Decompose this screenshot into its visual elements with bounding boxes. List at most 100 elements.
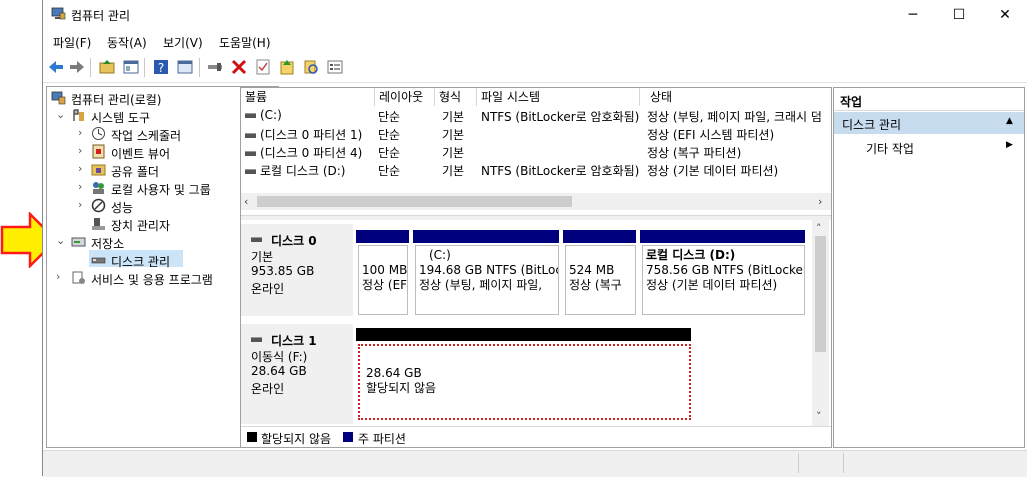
expand-chevron-icon[interactable]: › [78,144,82,157]
volume-cell: 로컬 디스크 (D:) [245,162,345,179]
table-row[interactable]: (C:) 단순 기본 NTFS (BitLocker로 암호화됨) 정상 (부팅… [241,107,831,125]
status-divider [843,453,844,473]
help-icon[interactable]: ? [152,58,170,76]
tree-disk-management[interactable]: 디스크 관리 [111,253,170,270]
partition-size: 100 MB [362,263,408,277]
show-hide-tree-icon[interactable] [122,58,140,76]
tree-device-manager[interactable]: 장치 관리자 [111,217,170,234]
unallocated-label: 할당되지 않음 [366,381,437,395]
vertical-scrollbar[interactable]: ˄ ˅ [812,220,829,426]
check-icon[interactable] [254,58,272,76]
partition-status: 정상 (EFI [362,278,408,292]
actions-more[interactable]: 기타 작업 ▶ [834,136,1024,158]
toolbar: ? [43,53,1027,83]
actions-pane: 작업 디스크 관리 ▲ 기타 작업 ▶ [833,87,1025,448]
type-cell: 기본 [442,110,465,124]
delete-icon[interactable] [230,58,248,76]
expand-chevron-icon[interactable]: › [78,126,82,139]
partition-size: 524 MB [569,263,615,277]
disk1-size: 28.64 GB [251,364,307,378]
menu-file[interactable]: 파일(F) [53,34,91,51]
column-status[interactable]: 상태 [640,88,831,106]
partition-d[interactable]: 로컬 디스크 (D:) 758.56 GB NTFS (BitLocker로 정… [642,245,805,315]
tree-root[interactable]: 컴퓨터 관리(로컬) [71,91,161,108]
layout-cell: 단순 [378,164,401,178]
up-folder-icon[interactable] [98,58,116,76]
minimize-button[interactable]: ─ [890,0,936,30]
computer-management-icon [51,91,66,105]
disk0-info[interactable]: 디스크 0 기본 953.85 GB 온라인 [241,224,353,316]
partition-efi[interactable]: 100 MB 정상 (EFI [358,245,408,315]
menu-help[interactable]: 도움말(H) [219,34,271,51]
menu-action[interactable]: 동작(A) [107,34,147,51]
expand-chevron-icon[interactable]: › [78,198,82,211]
system-tools-icon [73,109,84,121]
column-layout[interactable]: 레이아웃 [375,88,435,106]
disk1-type: 이동식 (F:) [251,350,308,364]
tree-event-viewer[interactable]: 이벤트 뷰어 [111,145,170,162]
table-row[interactable]: (디스크 0 파티션 4) 단순 기본 정상 (복구 파티션) [241,143,831,161]
event-viewer-icon [92,144,105,159]
partition-label [362,248,404,263]
expand-chevron-icon[interactable]: › [56,270,60,283]
menu-view[interactable]: 보기(V) [163,34,203,51]
tree-services[interactable]: 서비스 및 응용 프로그램 [91,271,213,288]
computer-management-icon [51,7,66,20]
tree-local-users[interactable]: 로컬 사용자 및 그룹 [111,181,211,198]
partition-size: 194.68 GB NTFS (BitLocker [419,263,558,277]
type-cell: 기본 [442,128,465,142]
connect-icon[interactable] [206,58,224,76]
volume-name: (디스크 0 파티션 1) [260,128,363,142]
search-icon[interactable] [302,58,320,76]
scroll-up-icon[interactable]: ˄ [816,222,822,235]
scrollbar-thumb[interactable] [815,236,826,352]
status-divider [798,453,799,473]
table-row[interactable]: 로컬 디스크 (D:) 단순 기본 NTFS (BitLocker로 암호화됨)… [241,161,831,179]
unallocated-region[interactable]: 28.64 GB 할당되지 않음 [358,344,691,420]
expand-chevron-icon[interactable]: › [78,162,82,175]
partition-status: 정상 (부팅, 페이지 파일, [419,278,543,292]
scrollbar-thumb[interactable] [257,196,572,207]
storage-icon [71,237,86,247]
actions-section[interactable]: 디스크 관리 ▲ [834,112,1024,134]
collapse-chevron-icon[interactable]: ⌄ [56,108,65,121]
collapse-triangle-icon[interactable]: ▲ [1006,116,1013,126]
actions-title: 작업 [840,95,863,109]
column-filesystem[interactable]: 파일 시스템 [477,88,640,106]
disk-icon [251,332,266,346]
settings-list-icon[interactable] [326,58,344,76]
close-button[interactable]: ✕ [982,0,1027,30]
tree-system-tools[interactable]: 시스템 도구 [91,109,150,126]
partition-c[interactable]: (C:) 194.68 GB NTFS (BitLocker 정상 (부팅, 페… [415,245,559,315]
table-row[interactable]: (디스크 0 파티션 1) 단순 기본 정상 (EFI 시스템 파티션) [241,125,831,143]
disk0-size: 953.85 GB [251,264,315,278]
volume-name: (디스크 0 파티션 4) [260,146,363,160]
partition-label: (C:) [429,248,451,262]
scroll-down-icon[interactable]: ˅ [816,410,822,423]
tree-shared-folders[interactable]: 공유 폴더 [111,163,159,180]
expand-chevron-icon[interactable]: › [78,180,82,193]
maximize-button[interactable]: ☐ [936,0,982,30]
horizontal-scrollbar[interactable]: ‹ › [241,193,831,210]
scroll-right-icon[interactable]: › [818,195,822,208]
window-title: 컴퓨터 관리 [71,9,131,23]
column-type[interactable]: 형식 [435,88,477,106]
scroll-left-icon[interactable]: ‹ [244,195,248,208]
import-icon[interactable] [278,58,296,76]
properties-view-icon[interactable] [176,58,194,76]
forward-icon[interactable] [68,58,86,76]
back-icon[interactable] [47,58,65,76]
legend-primary: 주 파티션 [358,432,406,446]
disk1-name: 디스크 1 [271,334,317,348]
disk0-state: 온라인 [251,282,285,296]
tree-task-scheduler[interactable]: 작업 스케줄러 [111,127,181,144]
filesystem-cell: NTFS (BitLocker로 암호화됨) [481,110,640,124]
disk1-info[interactable]: 디스크 1 이동식 (F:) 28.64 GB 온라인 [241,324,353,424]
legend-unallocated-swatch [247,432,257,442]
partition-bar [640,230,805,243]
collapse-chevron-icon[interactable]: ⌄ [56,234,65,247]
tree-performance[interactable]: 성능 [111,199,133,216]
partition-recovery[interactable]: 524 MB 정상 (복구 [565,245,636,315]
legend-bar: 할당되지 않음 주 파티션 [241,426,831,447]
column-volume[interactable]: 볼륨 [241,88,375,106]
